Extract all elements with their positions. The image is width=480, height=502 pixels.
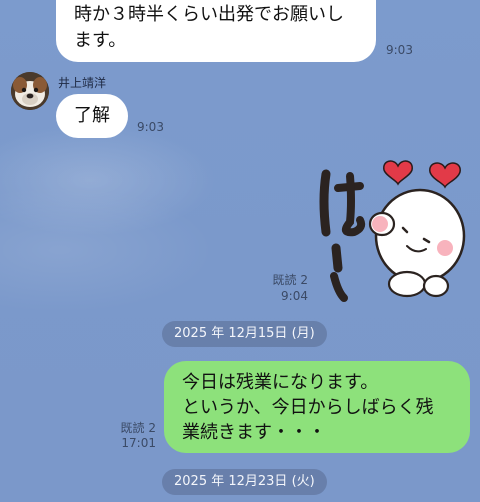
incoming-message-bubble[interactable]: 時か３時半くらい出発でお願いします。 [56, 0, 376, 62]
date-separator: 2025 年 12月15日 (月) [162, 321, 327, 347]
message-line: というか、今日からしばらく残 [182, 397, 434, 418]
sender-name: 井上靖洋 [58, 76, 107, 90]
message-time: 9:03 [137, 120, 164, 134]
incoming-message-bubble[interactable]: 了解 [56, 94, 128, 138]
read-receipt: 既読 2 [272, 273, 308, 287]
read-receipt: 既読 2 [120, 421, 156, 435]
outgoing-message-bubble[interactable]: 今日は残業になります。 というか、今日からしばらく残 業続きます・・・ [164, 361, 470, 453]
dog-avatar-icon [11, 72, 49, 110]
message-time: 17:01 [121, 436, 156, 450]
message-time: 9:04 [281, 289, 308, 303]
message-line: 今日は残業になります。 [182, 372, 379, 393]
message-time: 9:03 [386, 43, 413, 57]
dog-avatar[interactable] [11, 72, 49, 110]
message-text: 時か３時半くらい出発でお願いします。 [74, 4, 344, 51]
date-separator: 2025 年 12月23日 (火) [162, 469, 327, 495]
sticker[interactable] [312, 152, 472, 302]
smiling-face-with-hearts-sticker-icon [319, 160, 466, 302]
message-text: 了解 [74, 105, 110, 126]
message-line: 業続きます・・・ [182, 422, 326, 443]
